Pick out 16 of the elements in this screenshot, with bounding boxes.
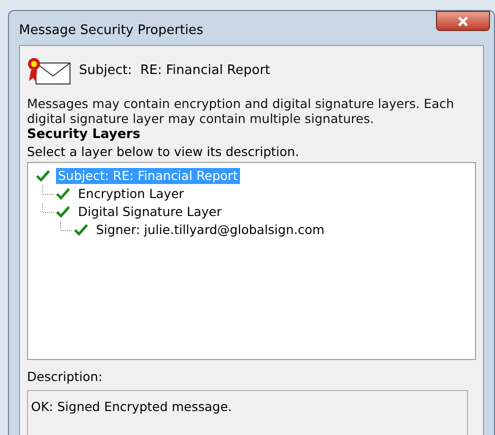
intro-text: Messages may contain encryption and digital signature layers. Each digital signature layer may contain multiple signatures. bbox=[27, 96, 456, 126]
section-heading: Security Layers bbox=[27, 127, 142, 143]
sealed-envelope-icon bbox=[27, 56, 71, 86]
tree-item[interactable]: Signer: julie.tillyard@globalsign.com bbox=[94, 222, 326, 238]
window-title: Message Security Properties bbox=[19, 22, 204, 40]
tree-item[interactable]: Encryption Layer bbox=[76, 186, 186, 202]
subject-line: Subject: RE: Financial Report bbox=[79, 62, 270, 80]
description-text: OK: Signed Encrypted message. bbox=[31, 398, 232, 414]
close-icon bbox=[457, 16, 469, 26]
tree-item[interactable]: Digital Signature Layer bbox=[76, 204, 224, 220]
close-button[interactable] bbox=[436, 11, 490, 31]
description-label: Description: bbox=[27, 368, 104, 386]
tree-connector bbox=[60, 221, 73, 231]
tree-connector bbox=[42, 185, 55, 195]
instruction-text: Select a layer below to view its description. bbox=[27, 144, 300, 160]
tree-connector bbox=[42, 203, 55, 213]
